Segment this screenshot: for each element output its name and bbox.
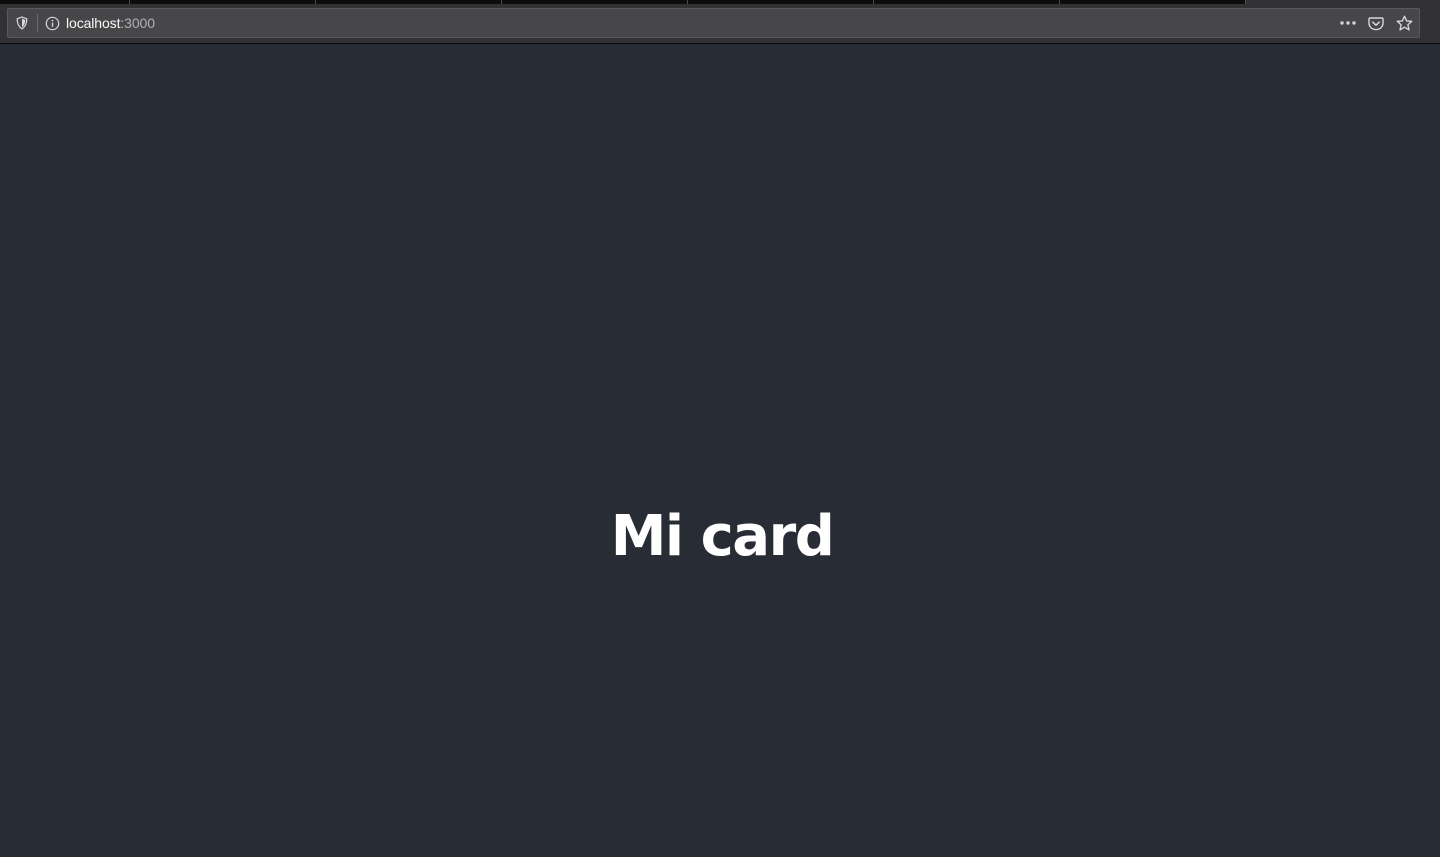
more-icon[interactable]: [1334, 9, 1362, 37]
address-bar-divider: [37, 14, 38, 32]
tab[interactable]: [502, 0, 688, 4]
address-bar[interactable]: localhost:3000: [7, 8, 1420, 38]
url-text[interactable]: localhost:3000: [66, 15, 155, 31]
page-title: Mi card: [610, 504, 835, 569]
browser-toolbar: localhost:3000: [0, 0, 1440, 44]
tab-strip-filler: [1246, 0, 1440, 4]
page-content: Mi card: [0, 44, 1440, 857]
tab[interactable]: [316, 0, 502, 4]
tab[interactable]: [688, 0, 874, 4]
url-host: localhost: [66, 15, 121, 31]
tab[interactable]: [874, 0, 1060, 4]
tab[interactable]: [0, 0, 130, 4]
tab[interactable]: [1060, 0, 1246, 4]
pocket-icon[interactable]: [1362, 9, 1390, 37]
tab[interactable]: [130, 0, 316, 4]
shield-icon[interactable]: [8, 9, 36, 37]
tab-strip: [0, 0, 1440, 4]
url-port: :3000: [120, 15, 155, 31]
star-icon[interactable]: [1390, 9, 1418, 37]
info-icon[interactable]: [39, 9, 65, 37]
